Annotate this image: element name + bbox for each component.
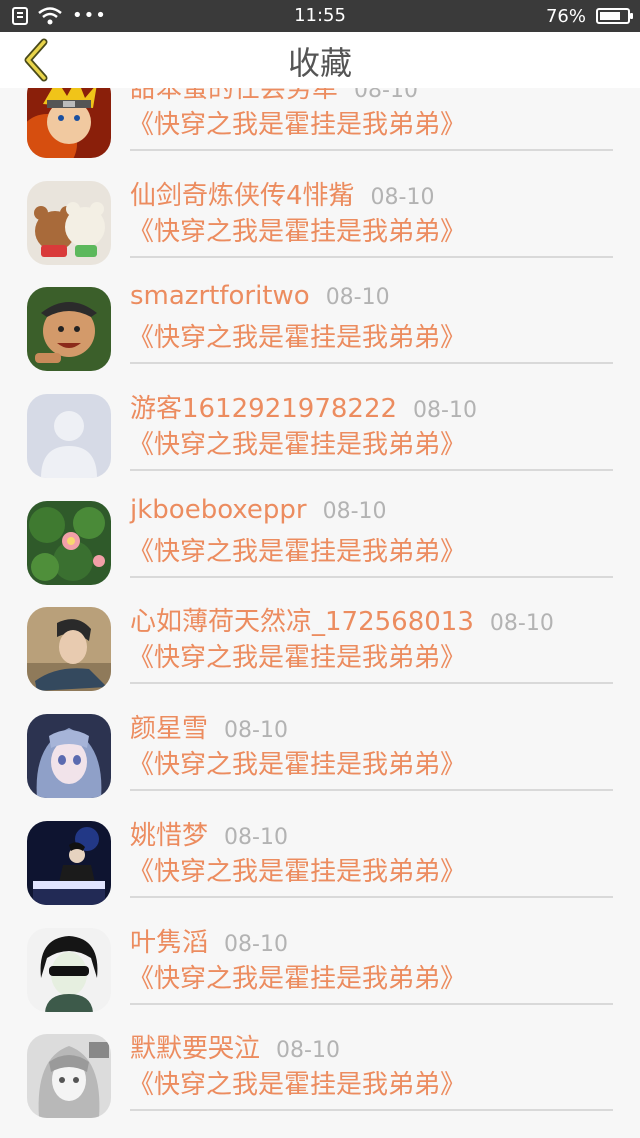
divider xyxy=(130,1002,613,1005)
list-item[interactable]: 颜星雪 08-10 《快穿之我是霍挂是我弟弟》 xyxy=(0,702,640,809)
book-title[interactable]: 《快穿之我是霍挂是我弟弟》 xyxy=(128,744,466,781)
battery-icon xyxy=(596,8,633,24)
sketch-girl-avatar-image xyxy=(27,1034,111,1119)
boy-photo-avatar-image xyxy=(27,607,111,692)
boy-photo-avatar[interactable] xyxy=(27,607,111,692)
list-item[interactable]: smazrtforitwo 08-10 《快穿之我是霍挂是我弟弟》 xyxy=(0,275,640,382)
book-title[interactable]: 《快穿之我是霍挂是我弟弟》 xyxy=(128,851,466,888)
user-name[interactable]: 叶隽滔 xyxy=(130,928,208,958)
back-button[interactable] xyxy=(10,32,60,88)
user-name[interactable]: 姚惜梦 xyxy=(130,821,208,851)
nav-bar: 收藏 xyxy=(0,32,640,88)
book-title[interactable]: 《快穿之我是霍挂是我弟弟》 xyxy=(128,1064,466,1101)
stage-performer-avatar[interactable] xyxy=(27,820,111,905)
divider xyxy=(130,362,613,365)
user-name[interactable]: 默默要哭泣 xyxy=(130,1034,260,1064)
item-date: 08-10 xyxy=(489,611,554,637)
item-header: 颜星雪 08-10 xyxy=(130,708,288,745)
item-header: jkboeboxeppr 08-10 xyxy=(130,495,387,525)
user-name[interactable]: 游客1612921978222 xyxy=(130,394,397,424)
divider xyxy=(130,895,613,898)
item-header: 游客1612921978222 08-10 xyxy=(130,388,477,425)
favorites-list[interactable]: 甜苯蜜的任尝务牵 08-10 《快穿之我是霍挂是我弟弟》 仙剑奇炼侠传4悱觜 08-… xyxy=(0,88,640,1138)
anime-girl-avatar[interactable] xyxy=(27,714,111,799)
page-title: 收藏 xyxy=(287,44,352,82)
stage-performer-avatar-image xyxy=(27,820,111,905)
user-name[interactable]: 颜星雪 xyxy=(130,714,208,744)
user-name[interactable]: 心如薄荷天然凉_172568013 xyxy=(130,607,474,637)
item-date: 08-10 xyxy=(276,1038,340,1064)
divider xyxy=(130,682,613,685)
bears-avatar-image xyxy=(27,180,111,265)
item-date: 08-10 xyxy=(224,718,288,744)
item-date: 08-10 xyxy=(224,931,288,957)
battery-level xyxy=(600,12,620,20)
divider xyxy=(130,255,613,258)
list-item[interactable]: 甜苯蜜的任尝务牵 08-10 《快穿之我是霍挂是我弟弟》 xyxy=(0,88,640,169)
sunglasses-avatar[interactable] xyxy=(27,927,111,1012)
list-item[interactable]: 游客1612921978222 08-10 《快穿之我是霍挂是我弟弟》 xyxy=(0,382,640,489)
divider xyxy=(130,789,613,792)
item-header: 姚惜梦 08-10 xyxy=(130,815,288,852)
status-time: 11:55 xyxy=(294,5,346,26)
anime-girl-avatar-image xyxy=(27,714,111,799)
status-bar: ••• 11:55 76% xyxy=(0,0,640,32)
item-header: 叶隽滔 08-10 xyxy=(130,922,288,959)
cartoon-man-avatar[interactable] xyxy=(27,287,111,372)
user-name[interactable]: 仙剑奇炼侠传4悱觜 xyxy=(130,181,355,211)
book-title[interactable]: 《快穿之我是霍挂是我弟弟》 xyxy=(128,424,466,461)
user-name[interactable]: 甜苯蜜的任尝务牵 xyxy=(130,88,338,104)
item-date: 08-10 xyxy=(325,285,390,311)
book-title[interactable]: 《快穿之我是霍挂是我弟弟》 xyxy=(128,211,466,248)
battery-percent: 76% xyxy=(545,5,586,27)
user-name[interactable]: smazrtforitwo xyxy=(130,281,310,311)
sunglasses-avatar-image xyxy=(27,927,111,1012)
lotus-avatar[interactable] xyxy=(27,500,111,585)
bears-avatar[interactable] xyxy=(27,180,111,265)
item-date: 08-10 xyxy=(224,824,288,850)
default-user-avatar-image xyxy=(27,394,111,479)
user-name[interactable]: jkboeboxeppr xyxy=(130,495,307,525)
book-title[interactable]: 《快穿之我是霍挂是我弟弟》 xyxy=(128,637,466,674)
book-title[interactable]: 《快穿之我是霍挂是我弟弟》 xyxy=(128,104,466,141)
divider xyxy=(130,1109,613,1112)
list-item[interactable]: jkboeboxeppr 08-10 《快穿之我是霍挂是我弟弟》 xyxy=(0,489,640,596)
item-header: 仙剑奇炼侠传4悱觜 08-10 xyxy=(130,175,434,212)
list-item[interactable]: 默默要哭泣 08-10 《快穿之我是霍挂是我弟弟》 xyxy=(0,1022,640,1129)
item-date: 08-10 xyxy=(413,398,477,424)
default-user-avatar[interactable] xyxy=(27,394,111,479)
item-date: 08-10 xyxy=(322,498,387,524)
lotus-avatar-image xyxy=(27,500,111,585)
list-item[interactable]: 叶隽滔 08-10 《快穿之我是霍挂是我弟弟》 xyxy=(0,916,640,1023)
book-title[interactable]: 《快穿之我是霍挂是我弟弟》 xyxy=(128,958,466,995)
divider xyxy=(130,149,613,151)
item-date: 08-10 xyxy=(370,184,435,210)
divider xyxy=(130,575,613,578)
naruto-avatar-image xyxy=(27,88,111,158)
naruto-avatar[interactable] xyxy=(27,88,111,158)
chevron-left-icon xyxy=(24,38,48,82)
divider xyxy=(130,469,613,472)
item-header: smazrtforitwo 08-10 xyxy=(130,281,390,311)
cartoon-man-avatar-image xyxy=(27,287,111,372)
book-title[interactable]: 《快穿之我是霍挂是我弟弟》 xyxy=(128,317,466,354)
list-item[interactable]: 姚惜梦 08-10 《快穿之我是霍挂是我弟弟》 xyxy=(0,809,640,916)
list-item[interactable]: 仙剑奇炼侠传4悱觜 08-10 《快穿之我是霍挂是我弟弟》 xyxy=(0,169,640,276)
item-header: 心如薄荷天然凉_172568013 08-10 xyxy=(130,601,554,638)
list-item[interactable]: 心如薄荷天然凉_172568013 08-10 《快穿之我是霍挂是我弟弟》 xyxy=(0,595,640,702)
status-icons-right: 76% xyxy=(545,5,633,27)
item-header: 甜苯蜜的任尝务牵 08-10 xyxy=(130,88,418,105)
item-date: 08-10 xyxy=(354,88,418,103)
book-title[interactable]: 《快穿之我是霍挂是我弟弟》 xyxy=(128,531,466,568)
item-header: 默默要哭泣 08-10 xyxy=(130,1028,340,1065)
sketch-girl-avatar[interactable] xyxy=(27,1034,111,1119)
